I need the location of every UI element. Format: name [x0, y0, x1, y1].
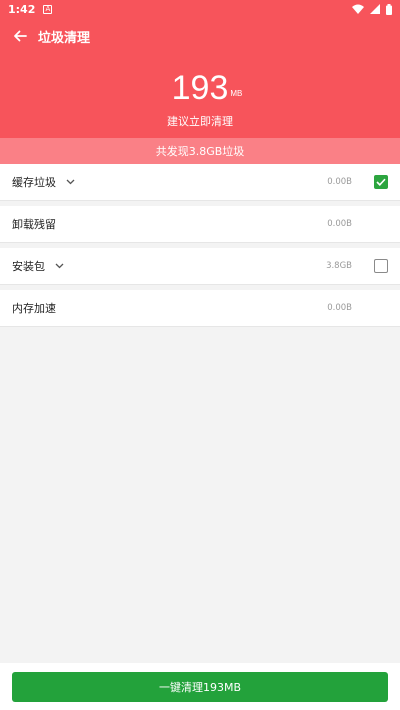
junk-category-size: 0.00B: [327, 177, 352, 187]
toolbar: 垃圾清理: [0, 22, 400, 50]
junk-category-row[interactable]: 卸载残留 0.00B: [0, 206, 400, 242]
junk-category-label: 内存加速: [12, 302, 56, 315]
bottom-bar: 一键清理193MB: [0, 663, 400, 710]
junk-size-number: 193: [171, 69, 229, 107]
page-title: 垃圾清理: [38, 30, 91, 46]
suggestion-text: 建议立即清理: [167, 115, 233, 128]
junk-category-label: 安装包: [12, 260, 45, 273]
battery-icon: [386, 3, 392, 15]
junk-category-size: 0.00B: [327, 303, 352, 313]
header: 1:42 A 垃圾清理 193 MB 建议立即清理 共发现3.8GB垃圾: [0, 0, 400, 164]
wifi-icon: [352, 4, 364, 14]
junk-size-unit: MB: [230, 89, 243, 98]
arrow-left-icon: [14, 30, 27, 42]
back-button[interactable]: [6, 22, 34, 50]
junk-category-row[interactable]: 缓存垃圾 0.00B: [0, 164, 400, 200]
found-junk-banner: 共发现3.8GB垃圾: [0, 138, 400, 164]
found-junk-text: 共发现3.8GB垃圾: [155, 145, 245, 158]
junk-summary: 193 MB 建议立即清理: [0, 68, 400, 129]
one-click-clean-button[interactable]: 一键清理193MB: [12, 672, 388, 702]
status-time: 1:42: [8, 2, 36, 16]
junk-category-row[interactable]: 安装包 3.8GB: [0, 248, 400, 284]
checkbox-unchecked[interactable]: [374, 259, 388, 273]
signal-icon: [370, 4, 380, 14]
notification-icon: A: [43, 4, 53, 14]
chevron-down-icon[interactable]: [55, 261, 65, 271]
junk-category-label: 卸载残留: [12, 218, 56, 231]
junk-size-value: 193 MB: [171, 68, 243, 108]
status-bar: 1:42 A: [0, 0, 400, 18]
junk-category-row[interactable]: 内存加速 0.00B: [0, 290, 400, 326]
junk-category-size: 0.00B: [327, 219, 352, 229]
checkbox-checked[interactable]: [374, 175, 388, 189]
checkmark-icon: [376, 178, 386, 186]
status-icons: [352, 3, 392, 15]
junk-category-size: 3.8GB: [326, 261, 352, 271]
junk-category-list: 缓存垃圾 0.00B 卸载残留 0.00B 安装包 3.8GB 内存加速 0.00B: [0, 164, 400, 332]
chevron-down-icon[interactable]: [66, 177, 76, 187]
junk-category-label: 缓存垃圾: [12, 176, 56, 189]
